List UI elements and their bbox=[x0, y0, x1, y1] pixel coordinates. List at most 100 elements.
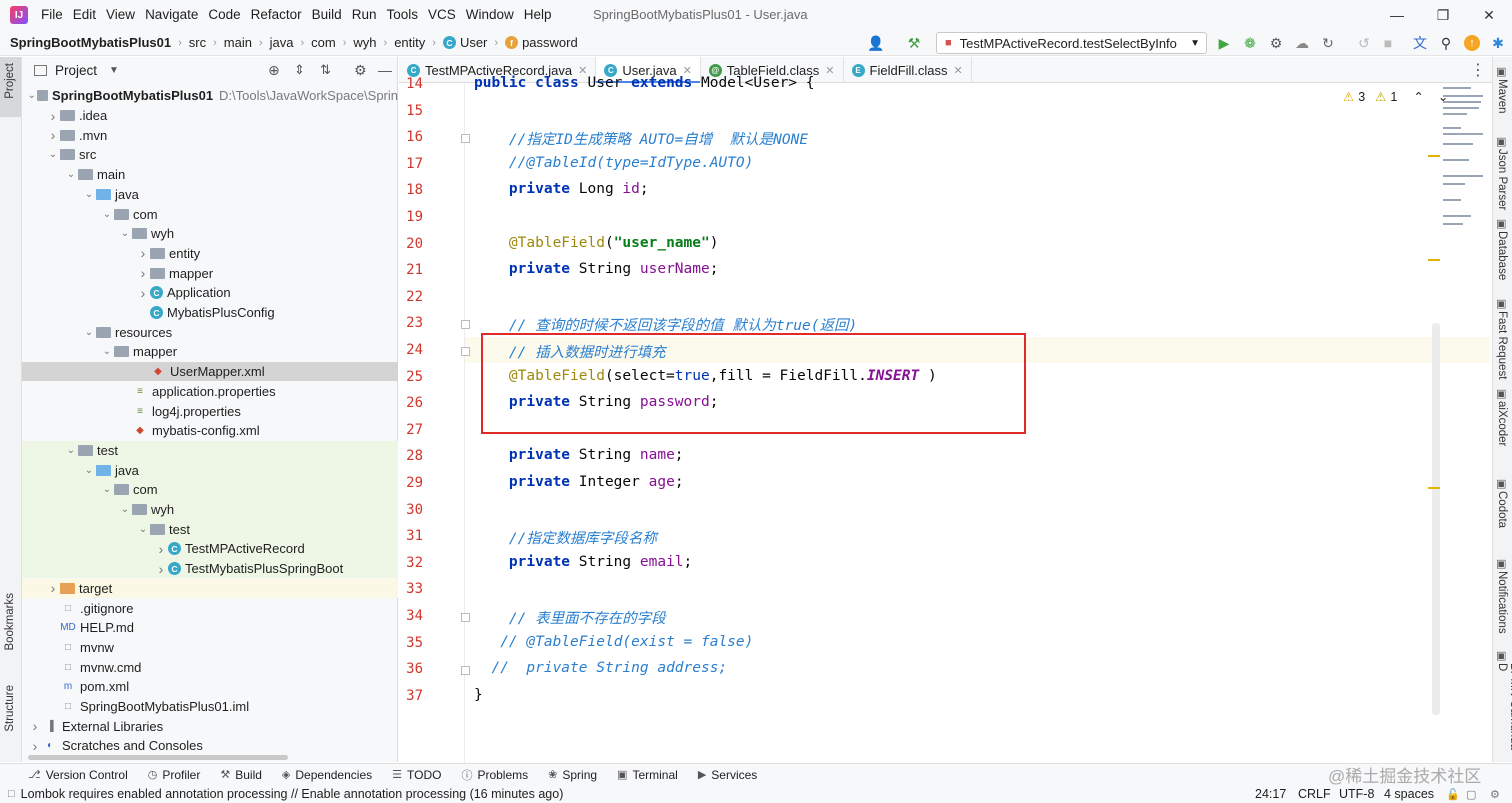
tree-item[interactable]: › ▐ External Libraries bbox=[22, 716, 398, 736]
code-line[interactable]: // @TableField(exist = false) bbox=[474, 634, 753, 650]
menu-item-window[interactable]: Window bbox=[461, 0, 519, 30]
chevron-right-icon[interactable]: › bbox=[46, 580, 60, 596]
tree-item[interactable]: ⌄ SpringBootMybatisPlus01 D:\Tools\JavaWor… bbox=[22, 86, 398, 106]
menu-item-refactor[interactable]: Refactor bbox=[246, 0, 307, 30]
fold-marker-icon[interactable] bbox=[461, 613, 470, 622]
menu-item-tools[interactable]: Tools bbox=[381, 0, 423, 30]
lock-icon[interactable]: 🔓 bbox=[1446, 788, 1460, 801]
code-line[interactable]: private String email; bbox=[474, 554, 692, 570]
right-tool-tab-bpmn-camunda-d[interactable]: BPMN-Camunda-D bbox=[1496, 663, 1512, 762]
caret-position[interactable]: 24:17 bbox=[1255, 787, 1286, 801]
breadcrumb-item[interactable]: SpringBootMybatisPlus01 bbox=[10, 35, 171, 50]
code-line[interactable]: private Long id; bbox=[474, 181, 649, 197]
tree-item[interactable]: › mapper bbox=[22, 263, 398, 283]
code-line[interactable]: //指定ID生成策略 AUTO=自增 默认是NONE bbox=[474, 128, 808, 149]
right-tool-tab-json-parser[interactable]: Json Parser bbox=[1496, 149, 1508, 210]
tree-item[interactable]: ⌄ mapper bbox=[22, 342, 398, 362]
vertical-scrollbar[interactable] bbox=[1432, 323, 1440, 715]
context-icon[interactable]: ▢ bbox=[1466, 788, 1476, 801]
menu-item-edit[interactable]: Edit bbox=[68, 0, 101, 30]
tool-spring[interactable]: ❀ Spring bbox=[548, 768, 597, 782]
menu-item-view[interactable]: View bbox=[101, 0, 140, 30]
chevron-down-icon[interactable]: ⌄ bbox=[136, 524, 150, 535]
close-icon[interactable]: ✕ bbox=[1466, 0, 1512, 30]
structure-tool-tab[interactable]: Structure bbox=[4, 685, 16, 732]
chevron-down-icon[interactable]: ⌄ bbox=[64, 169, 78, 180]
project-tool-tab[interactable]: Project bbox=[4, 63, 16, 99]
tree-item[interactable]: ⌄ main bbox=[22, 165, 398, 185]
tabs-menu-icon[interactable]: ⋮ bbox=[1470, 60, 1486, 80]
breadcrumb-item[interactable]: › entity bbox=[377, 35, 426, 50]
tree-item[interactable]: › .mvn bbox=[22, 125, 398, 145]
tree-item[interactable]: ⌄ com bbox=[22, 204, 398, 224]
breadcrumb-item[interactable]: › src bbox=[171, 35, 206, 50]
minimize-icon[interactable]: — bbox=[1374, 0, 1420, 30]
chevron-down-icon[interactable]: ⌄ bbox=[82, 327, 96, 338]
breadcrumb-item[interactable]: › com bbox=[293, 35, 335, 50]
code-editor[interactable]: 14 15 16 17 18 19 20 21 22 23 24 25 26 27 28 29 30 31 32 33… bbox=[399, 75, 1492, 763]
tree-item[interactable]: ≡ log4j.properties bbox=[22, 401, 398, 421]
code-line[interactable]: private String name; bbox=[474, 447, 684, 463]
close-icon[interactable]: ✕ bbox=[954, 64, 963, 77]
tree-item[interactable]: ≡ application.properties bbox=[22, 382, 398, 402]
code-line[interactable]: private Integer age; bbox=[474, 474, 684, 490]
user-icon[interactable]: 👤 bbox=[866, 33, 886, 53]
breadcrumb-item[interactable]: › C User bbox=[425, 35, 487, 50]
tab-fieldfill-class[interactable]: E FieldFill.class ✕ bbox=[844, 57, 972, 83]
tree-item[interactable]: ◆ mybatis-config.xml bbox=[22, 421, 398, 441]
tree-item[interactable]: › ◐ Scratches and Consoles bbox=[22, 736, 398, 756]
tree-item[interactable]: › target bbox=[22, 578, 398, 599]
code-line[interactable]: //指定数据库字段名称 bbox=[474, 527, 657, 548]
file-encoding[interactable]: UTF-8 bbox=[1339, 787, 1374, 801]
indent-setting[interactable]: 4 spaces bbox=[1384, 787, 1434, 801]
stop-icon[interactable]: ■ bbox=[1378, 33, 1398, 53]
right-tool-tab-notifications[interactable]: Notifications bbox=[1496, 571, 1508, 634]
tool-profiler[interactable]: ◷ Profiler bbox=[148, 768, 201, 782]
tree-item[interactable]: □ SpringBootMybatisPlus01.iml bbox=[22, 697, 398, 717]
tree-item[interactable]: ⌄ test bbox=[22, 519, 398, 540]
hide-panel-icon[interactable]: — bbox=[378, 62, 392, 78]
tree-item[interactable]: ⌄ wyh bbox=[22, 499, 398, 520]
tool-services[interactable]: ▶ Services bbox=[698, 768, 757, 782]
tool-dependencies[interactable]: ◈ Dependencies bbox=[282, 768, 372, 782]
debug-icon[interactable]: ❁ bbox=[1240, 33, 1260, 53]
code-line[interactable]: } bbox=[474, 687, 483, 703]
fold-marker-icon[interactable] bbox=[461, 666, 470, 676]
menu-item-build[interactable]: Build bbox=[307, 0, 347, 30]
more-run-icon[interactable]: ↻ bbox=[1318, 33, 1338, 53]
run-config-select[interactable]: ■ TestMPActiveRecord.testSelectByInfo ▼ bbox=[936, 32, 1207, 54]
rerun-icon[interactable]: ↺ bbox=[1354, 33, 1374, 53]
breadcrumb-item[interactable]: › f password bbox=[487, 35, 577, 50]
memory-icon[interactable]: ⚙ bbox=[1490, 788, 1500, 801]
line-separator[interactable]: CRLF bbox=[1298, 787, 1331, 801]
chevron-down-icon[interactable]: ⌄ bbox=[100, 484, 114, 495]
gear-icon[interactable]: ⚙ bbox=[354, 62, 367, 79]
chevron-down-icon[interactable]: ⌄ bbox=[118, 504, 132, 515]
fold-marker-icon[interactable] bbox=[461, 320, 470, 330]
tool-problems[interactable]: ⓘ Problems bbox=[461, 767, 528, 783]
tree-item[interactable]: ⌄ src bbox=[22, 145, 398, 165]
right-tool-tab-codota[interactable]: Codota bbox=[1496, 491, 1508, 528]
chevron-right-icon[interactable]: › bbox=[46, 108, 60, 124]
tree-item[interactable]: › .idea bbox=[22, 106, 398, 126]
tool-build[interactable]: ⚒ Build bbox=[220, 768, 262, 782]
run-icon[interactable]: ▶ bbox=[1214, 33, 1234, 53]
fold-marker-icon[interactable] bbox=[461, 134, 470, 144]
chevron-down-icon[interactable]: ⌄ bbox=[82, 465, 96, 476]
right-tool-tab-maven[interactable]: Maven bbox=[1496, 79, 1508, 114]
chevron-right-icon[interactable]: › bbox=[28, 738, 42, 754]
plugin-icon[interactable]: ✱ bbox=[1488, 33, 1508, 53]
tree-item[interactable]: □ .gitignore bbox=[22, 598, 398, 618]
chevron-down-icon[interactable]: ⌄ bbox=[100, 209, 114, 220]
menu-item-help[interactable]: Help bbox=[519, 0, 557, 30]
menu-item-code[interactable]: Code bbox=[203, 0, 245, 30]
tree-item[interactable]: m pom.xml bbox=[22, 677, 398, 697]
tree-item[interactable]: ◆ UserMapper.xml bbox=[22, 361, 398, 382]
tree-item[interactable]: ⌄ test bbox=[22, 440, 398, 461]
translate-icon[interactable]: 文 bbox=[1410, 33, 1430, 53]
chevron-right-icon[interactable]: › bbox=[136, 285, 150, 301]
collapse-all-icon[interactable]: ⇅ bbox=[320, 62, 331, 78]
chevron-down-icon[interactable]: ⌄ bbox=[64, 445, 78, 456]
chevron-right-icon[interactable]: › bbox=[136, 245, 150, 261]
tree-item[interactable]: ⌄ wyh bbox=[22, 224, 398, 244]
